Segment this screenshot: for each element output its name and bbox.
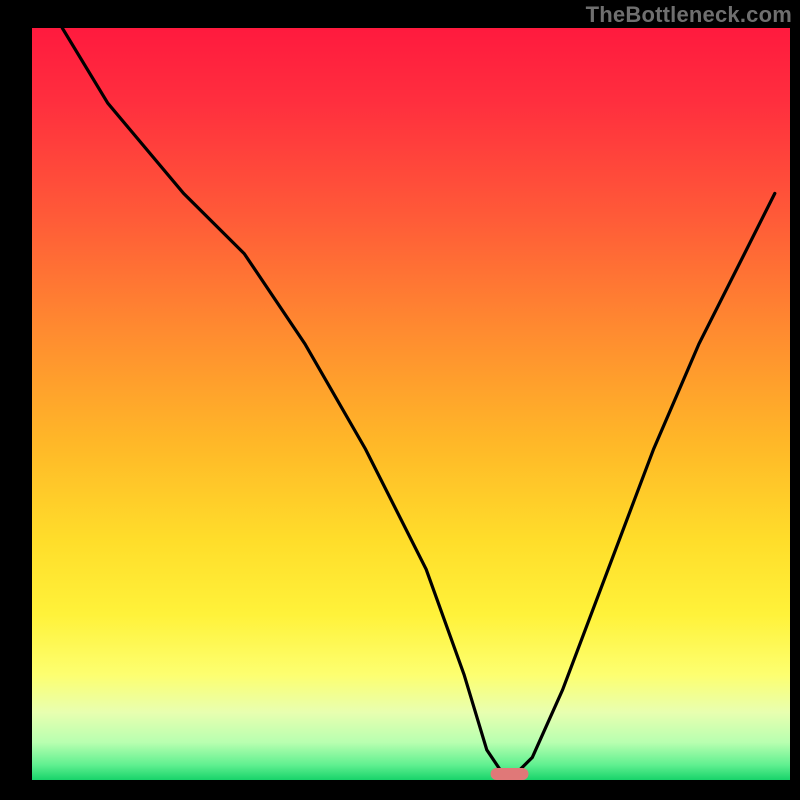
gradient-background [32,28,790,780]
chart-svg [0,0,800,800]
chart-frame: TheBottleneck.com [0,0,800,800]
watermark-text: TheBottleneck.com [586,2,792,28]
optimal-marker [491,768,529,780]
